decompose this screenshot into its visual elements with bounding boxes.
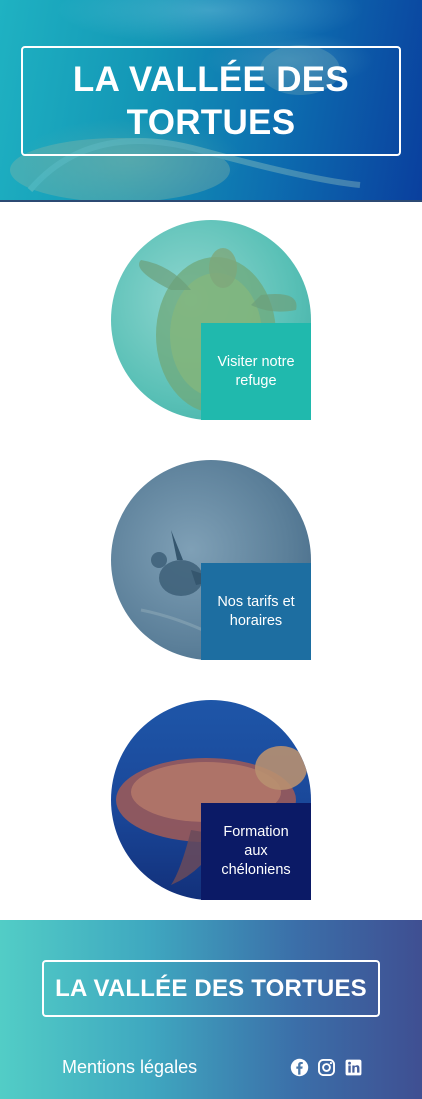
social-links [290, 1058, 363, 1077]
linkedin-icon[interactable] [344, 1058, 363, 1077]
footer-title-frame: LA VALLÉE DES TORTUES [42, 960, 380, 1017]
hero-title-frame: LA VALLÉE DES TORTUES [21, 46, 401, 156]
site-title: LA VALLÉE DES TORTUES [72, 60, 350, 142]
card-label-prices[interactable]: Nos tarifs et horaires [201, 563, 311, 660]
footer-title: LA VALLÉE DES TORTUES [55, 974, 367, 1002]
card-visit-refuge[interactable]: Visiter notre refuge [111, 220, 311, 420]
card-training[interactable]: Formation aux chéloniens [111, 700, 311, 900]
card-label-visit[interactable]: Visiter notre refuge [201, 323, 311, 420]
hero-banner: LA VALLÉE DES TORTUES [0, 0, 422, 200]
header-divider [0, 200, 422, 202]
footer: LA VALLÉE DES TORTUES Mentions légales [0, 920, 422, 1099]
facebook-icon[interactable] [290, 1058, 309, 1077]
legal-notice-link[interactable]: Mentions légales [62, 1057, 197, 1078]
card-prices-hours[interactable]: Nos tarifs et horaires [111, 460, 311, 660]
card-label-training[interactable]: Formation aux chéloniens [201, 803, 311, 900]
instagram-icon[interactable] [317, 1058, 336, 1077]
